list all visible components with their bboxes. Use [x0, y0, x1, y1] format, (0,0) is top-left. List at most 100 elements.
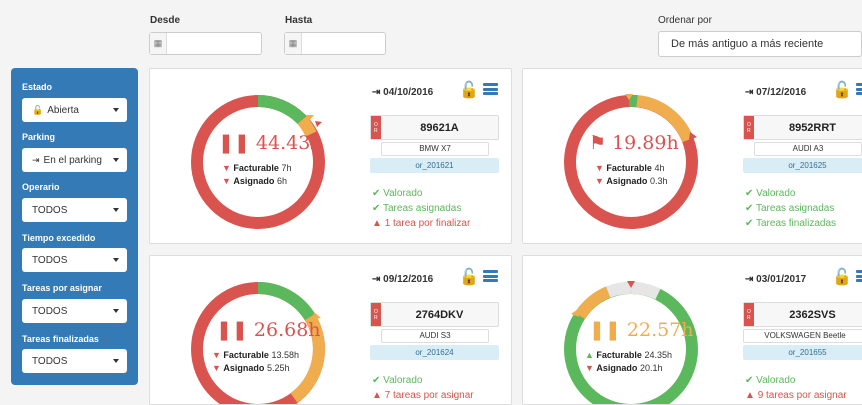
menu-icon[interactable] — [483, 270, 498, 282]
entry-date: ⇥ 03/01/2017 — [745, 274, 806, 285]
donut-orange-segment — [580, 292, 608, 316]
license-plate: OR 8952RRT — [743, 115, 862, 140]
entry-date: ⇥ 04/10/2016 — [372, 87, 433, 98]
order-code: or_201624 — [370, 345, 499, 360]
menu-icon[interactable] — [856, 270, 862, 282]
menu-icon[interactable] — [483, 83, 498, 95]
work-order-card[interactable]: ⚑ 19.89h ▼ Facturable 4h ▼ Asignado 0.3h… — [522, 68, 862, 244]
or-badge: OR — [371, 116, 381, 139]
thumbs-down-icon: ▼ — [595, 176, 606, 186]
tareas-finalizadas-select[interactable]: TODOS — [22, 349, 127, 373]
hours-total: ⚑ 19.89h — [589, 132, 679, 154]
asignado-line: ▼ Asignado 20.1h — [585, 363, 662, 373]
hasta-label: Hasta — [285, 15, 312, 26]
thumbs-down-icon: ▼ — [212, 363, 223, 373]
hasta-date-input[interactable]: ▦ — [284, 32, 386, 55]
caret-down-icon — [113, 208, 119, 212]
hours-total: ❚❚ 44.43h — [218, 132, 323, 154]
pause-icon: ❚❚ — [218, 132, 256, 154]
estado-select[interactable]: 🔓 Abierta — [22, 98, 127, 122]
work-order-card[interactable]: ❚❚ 44.43h ▼ Facturable 7h ▼ Asignado 6h … — [149, 68, 512, 244]
operario-select[interactable]: TODOS — [22, 198, 127, 222]
filter-sidebar: Estado 🔓 Abierta Parking ⇥ En el parking… — [11, 68, 138, 385]
tiempo-excedido-value: TODOS — [32, 255, 67, 266]
unlock-icon[interactable]: 🔓 — [832, 267, 852, 287]
facturable-line: ▼ Facturable 4h — [595, 163, 664, 173]
tiempo-excedido-select[interactable]: TODOS — [22, 248, 127, 272]
hours-total: ❚❚ 22.57h — [589, 319, 694, 341]
sign-in-icon: ⇥ — [32, 155, 40, 166]
thumbs-up-icon: ▲ — [585, 350, 596, 360]
unlock-icon[interactable]: 🔓 — [459, 267, 479, 287]
flag-icon: ⚑ — [589, 132, 612, 154]
hours-donut-chart — [190, 281, 326, 405]
license-plate: OR 89621A — [370, 115, 499, 140]
operario-label: Operario — [22, 182, 60, 192]
estado-value: Abierta — [47, 105, 79, 116]
sort-select[interactable]: De más antiguo a más reciente — [658, 31, 862, 57]
menu-icon[interactable] — [856, 83, 862, 95]
tareas-finalizadas-label: Tareas finalizadas — [22, 334, 99, 344]
vehicle-model: AUDI A3 — [754, 142, 862, 156]
caret-down-icon — [113, 359, 119, 363]
hours-total: ❚❚ 26.68h — [216, 319, 321, 341]
entry-date: ⇥ 09/12/2016 — [372, 274, 433, 285]
work-order-card[interactable]: ❚❚ 26.68h ▼ Facturable 13.58h ▼ Asignado… — [149, 255, 512, 405]
status-line: ✔ Valorado — [745, 375, 795, 386]
order-code: or_201625 — [743, 158, 862, 173]
warning-icon: ▲ — [745, 390, 758, 401]
or-badge: OR — [744, 303, 754, 326]
calendar-icon: ▦ — [285, 33, 302, 54]
asignado-line: ▼ Asignado 0.3h — [595, 176, 667, 186]
donut-green-segment — [258, 101, 302, 120]
plate-number: 2764DKV — [381, 309, 498, 321]
parking-select[interactable]: ⇥ En el parking — [22, 148, 127, 172]
status-line: ▲ 9 tareas por asignar — [745, 390, 847, 401]
thumbs-down-icon: ▼ — [222, 163, 233, 173]
tareas-por-asignar-value: TODOS — [32, 306, 67, 317]
vehicle-model: VOLKSWAGEN Beetle — [743, 329, 862, 343]
plate-number: 8952RRT — [754, 122, 862, 134]
check-icon: ✔ — [745, 188, 756, 199]
sign-in-icon: ⇥ — [745, 87, 756, 98]
donut-green-segment — [258, 288, 310, 317]
unlock-icon[interactable]: 🔓 — [832, 80, 852, 100]
or-badge: OR — [744, 116, 754, 139]
tareas-por-asignar-label: Tareas por asignar — [22, 283, 102, 293]
status-line: ✔ Tareas asignadas — [372, 203, 461, 214]
operario-value: TODOS — [32, 205, 67, 216]
sort-select-value: De más antiguo a más reciente — [671, 38, 823, 50]
warning-icon: ▲ — [372, 390, 385, 401]
check-icon: ✔ — [745, 203, 756, 214]
facturable-line: ▼ Facturable 13.58h — [212, 350, 299, 360]
order-code: or_201655 — [743, 345, 862, 360]
pause-icon: ❚❚ — [589, 319, 627, 341]
hours-donut-chart — [563, 281, 699, 405]
thumbs-down-icon: ▼ — [585, 363, 596, 373]
unlock-icon[interactable]: 🔓 — [459, 80, 479, 100]
entry-date: ⇥ 07/12/2016 — [745, 87, 806, 98]
status-line: ✔ Valorado — [745, 188, 795, 199]
calendar-icon: ▦ — [150, 33, 167, 54]
work-order-card[interactable]: ❚❚ 22.57h ▲ Facturable 24.35h ▼ Asignado… — [522, 255, 862, 405]
caret-down-icon — [113, 108, 119, 112]
warning-icon: ▲ — [372, 218, 385, 229]
sign-in-icon: ⇥ — [372, 274, 383, 285]
check-icon: ✔ — [372, 375, 383, 386]
pause-icon: ❚❚ — [216, 319, 254, 341]
facturable-line: ▼ Facturable 7h — [222, 163, 291, 173]
status-line: ✔ Tareas asignadas — [745, 203, 834, 214]
caret-down-icon — [113, 158, 119, 162]
caret-down-icon — [113, 258, 119, 262]
license-plate: OR 2362SVS — [743, 302, 862, 327]
desde-date-input[interactable]: ▦ — [149, 32, 262, 55]
tareas-por-asignar-select[interactable]: TODOS — [22, 299, 127, 323]
thumbs-down-icon: ▼ — [212, 350, 223, 360]
check-icon: ✔ — [745, 375, 756, 386]
donut-gray-segment — [631, 288, 658, 294]
check-icon: ✔ — [372, 203, 383, 214]
unlock-icon: 🔓 — [32, 105, 43, 116]
orange-marker-icon — [313, 312, 321, 319]
sign-in-icon: ⇥ — [372, 87, 383, 98]
sign-in-icon: ⇥ — [745, 274, 756, 285]
